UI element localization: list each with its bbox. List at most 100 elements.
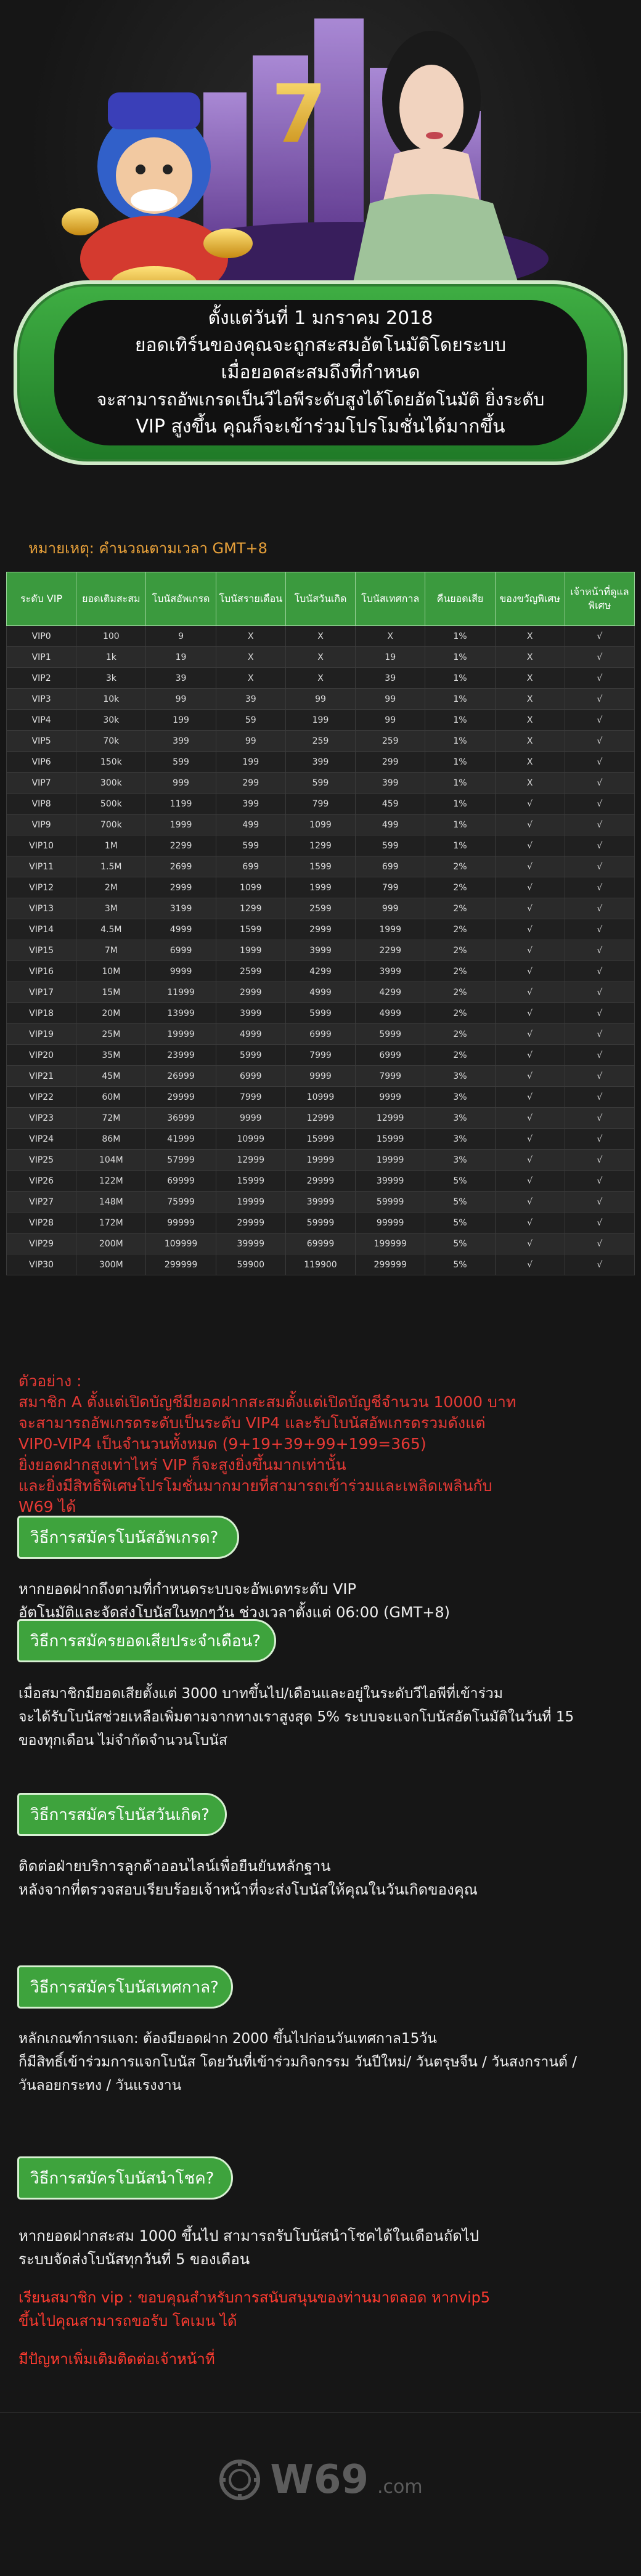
vip-table-header-cell: คืนยอดเสีย xyxy=(425,572,496,626)
table-cell: √ xyxy=(494,940,565,961)
table-cell: 20M xyxy=(76,1002,147,1024)
table-cell: √ xyxy=(564,625,635,647)
table-cell: 2299 xyxy=(145,835,216,856)
table-cell: 1% xyxy=(425,793,496,815)
table-cell: 3999 xyxy=(355,961,426,982)
table-cell: 39 xyxy=(215,688,286,710)
table-cell: 23999 xyxy=(145,1044,216,1066)
table-cell: 1.5M xyxy=(76,856,147,877)
table-cell: VIP30 xyxy=(6,1254,77,1275)
table-cell: 39 xyxy=(145,667,216,689)
contact-notice: มีปัญหาเพิ่มเติมติดต่อเจ้าหน้าที่ xyxy=(18,2350,215,2368)
table-cell: 13999 xyxy=(145,1002,216,1024)
table-cell: √ xyxy=(564,814,635,835)
table-cell: √ xyxy=(494,814,565,835)
table-row: VIP11 1.5M 2699 699 1599 699 2% √ √ xyxy=(6,856,635,877)
table-cell: 4299 xyxy=(355,981,426,1003)
table-row: VIP10 1M 2299 599 1299 599 1% √ √ xyxy=(6,835,635,856)
table-cell: 39999 xyxy=(355,1170,426,1192)
table-cell: 19 xyxy=(355,646,426,668)
banner-line-4: จะสามารถอัพเกรดเป็นวีไอพีระดับสูงได้โดยอ… xyxy=(96,389,545,410)
table-cell: 3% xyxy=(425,1065,496,1087)
example-line-6: W69 ได้ xyxy=(18,1498,76,1516)
table-cell: VIP18 xyxy=(6,1002,77,1024)
table-row: VIP18 20M 13999 3999 5999 4999 2% √ √ xyxy=(6,1002,635,1024)
table-cell: 5999 xyxy=(285,1002,356,1024)
table-cell: 1M xyxy=(76,835,147,856)
brand-suffix: .com xyxy=(377,2476,423,2498)
table-cell: 99 xyxy=(355,688,426,710)
table-cell: 100 xyxy=(76,625,147,647)
table-cell: 1% xyxy=(425,814,496,835)
banner-line-2: ยอดเทิร์นของคุณจะถูกสะสมอัตโนมัติโดยระบบ xyxy=(134,335,507,356)
table-cell: √ xyxy=(564,1170,635,1192)
table-row: VIP7 300k 999 299 599 399 1% X √ xyxy=(6,772,635,794)
loss-line-2: จะได้รับโบนัสช่วยเหลือเพิ่มตามจากทางเราส… xyxy=(18,1709,574,1725)
table-cell: 10999 xyxy=(215,1128,286,1150)
table-row: VIP13 3M 3199 1299 2599 999 2% √ √ xyxy=(6,898,635,919)
birthday-line-1: ติดต่อฝ่ายบริการลูกค้าออนไลน์เพื่อยืนยัน… xyxy=(18,1858,331,1875)
table-cell: 19999 xyxy=(285,1149,356,1171)
table-cell: 72M xyxy=(76,1107,147,1129)
table-cell: 7999 xyxy=(215,1086,286,1108)
table-row: VIP6 150k 599 199 399 299 1% X √ xyxy=(6,751,635,773)
table-cell: 9 xyxy=(145,625,216,647)
table-cell: VIP28 xyxy=(6,1212,77,1233)
table-cell: √ xyxy=(564,1107,635,1129)
birthday-bonus-text: ติดต่อฝ่ายบริการลูกค้าออนไลน์เพื่อยืนยัน… xyxy=(18,1855,629,1901)
table-cell: 4.5M xyxy=(76,919,147,940)
table-cell: 19999 xyxy=(145,1023,216,1045)
table-cell: 1099 xyxy=(215,877,286,898)
table-cell: VIP1 xyxy=(6,646,77,668)
table-cell: VIP26 xyxy=(6,1170,77,1192)
table-cell: 6999 xyxy=(215,1065,286,1087)
table-cell: 7999 xyxy=(285,1044,356,1066)
table-cell: 4299 xyxy=(285,961,356,982)
table-row: VIP12 2M 2999 1099 1999 799 2% √ √ xyxy=(6,877,635,898)
table-cell: 1199 xyxy=(145,793,216,815)
table-row: VIP21 45M 26999 6999 9999 7999 3% √ √ xyxy=(6,1065,635,1087)
table-cell: 5% xyxy=(425,1191,496,1213)
table-cell: 4999 xyxy=(285,981,356,1003)
vip-table-header-cell: โบนัสอัพเกรด xyxy=(145,572,216,626)
table-cell: 3% xyxy=(425,1149,496,1171)
table-cell: 9999 xyxy=(145,961,216,982)
table-row: VIP4 30k 199 59 199 99 1% X √ xyxy=(6,709,635,731)
table-cell: √ xyxy=(564,793,635,815)
table-row: VIP9 700k 1999 499 1099 499 1% √ √ xyxy=(6,814,635,835)
table-cell: VIP16 xyxy=(6,961,77,982)
svg-text:7: 7 xyxy=(271,67,327,161)
table-cell: 699 xyxy=(215,856,286,877)
table-cell: X xyxy=(494,751,565,773)
table-row: VIP24 86M 41999 10999 15999 15999 3% √ √ xyxy=(6,1128,635,1150)
table-cell: X xyxy=(494,667,565,689)
table-cell: 7999 xyxy=(355,1065,426,1087)
table-cell: 59999 xyxy=(355,1191,426,1213)
table-cell: 699 xyxy=(355,856,426,877)
table-cell: 29999 xyxy=(285,1170,356,1192)
upgrade-line-1: หากยอดฝากถึงตามที่กำหนดระบบจะอัพเดทระดับ… xyxy=(18,1580,356,1598)
table-cell: 300M xyxy=(76,1254,147,1275)
table-cell: 399 xyxy=(285,751,356,773)
table-row: VIP8 500k 1199 399 799 459 1% √ √ xyxy=(6,793,635,815)
table-cell: 69999 xyxy=(285,1233,356,1254)
table-cell: 15999 xyxy=(285,1128,356,1150)
table-row: VIP23 72M 36999 9999 12999 12999 3% √ √ xyxy=(6,1107,635,1129)
table-cell: 399 xyxy=(145,730,216,752)
loss-line-1: เมื่อสมาชิกมียอดเสียตั้งแต่ 3000 บาทขึ้น… xyxy=(18,1686,504,1702)
table-cell: X xyxy=(215,625,286,647)
table-cell: √ xyxy=(494,1044,565,1066)
monthly-loss-text: เมื่อสมาชิกมียอดเสียตั้งแต่ 3000 บาทขึ้น… xyxy=(18,1682,629,1752)
table-cell: √ xyxy=(494,793,565,815)
table-cell: VIP22 xyxy=(6,1086,77,1108)
table-cell: 99 xyxy=(215,730,286,752)
table-cell: VIP9 xyxy=(6,814,77,835)
table-cell: 199 xyxy=(145,709,216,731)
table-cell: 2% xyxy=(425,919,496,940)
table-cell: X xyxy=(285,625,356,647)
example-line-4: ยิ่งยอดฝากสูงเท่าไหร่ VIP ก็จะสูงยิ่งขึ้… xyxy=(18,1456,346,1474)
table-cell: 6999 xyxy=(145,940,216,961)
table-cell: 25M xyxy=(76,1023,147,1045)
table-cell: 109999 xyxy=(145,1233,216,1254)
table-cell: 19999 xyxy=(355,1149,426,1171)
